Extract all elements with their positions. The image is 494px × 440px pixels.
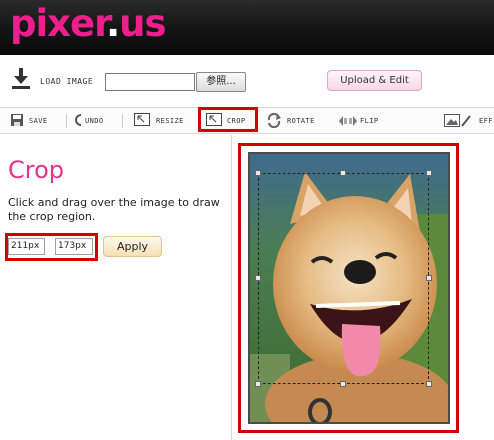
resize-icon	[134, 113, 150, 126]
crop-handle-sw[interactable]	[255, 381, 261, 387]
crop-panel-title: Crop	[8, 156, 65, 184]
app-header: pixer.us	[0, 0, 494, 55]
file-path-input[interactable]	[105, 73, 195, 91]
crop-handle-s[interactable]	[340, 381, 346, 387]
download-icon	[12, 68, 30, 89]
apply-button[interactable]: Apply	[103, 236, 162, 257]
crop-handle-n[interactable]	[340, 170, 346, 176]
crop-width-field[interactable]: 211px	[8, 238, 45, 255]
crop-tool-highlight	[198, 107, 258, 132]
upload-edit-button[interactable]: Upload & Edit	[327, 70, 422, 91]
crop-height-field[interactable]: 173px	[55, 238, 93, 255]
panel-divider	[231, 135, 232, 440]
flip-icon	[339, 116, 357, 126]
save-tool[interactable]: SAVE	[10, 110, 60, 132]
flip-tool[interactable]: FLIP	[338, 110, 386, 132]
rotate-tool[interactable]: ROTATE	[266, 110, 328, 132]
save-icon	[11, 114, 23, 126]
undo-icon	[75, 114, 82, 126]
resize-tool[interactable]: RESIZE	[134, 110, 194, 132]
toolbar-divider	[122, 114, 123, 128]
browse-button[interactable]: 参照...	[196, 72, 246, 92]
crop-handle-w[interactable]	[255, 275, 261, 281]
effects-tool[interactable]: EFF	[444, 110, 494, 132]
crop-instructions: Click and drag over the image to draw th…	[8, 196, 220, 223]
rotate-icon	[267, 112, 281, 128]
crop-handle-nw[interactable]	[255, 170, 261, 176]
crop-handle-e[interactable]	[426, 275, 432, 281]
toolbar-divider	[66, 114, 67, 128]
effects-icon	[444, 114, 471, 127]
load-image-label: LOAD IMAGE	[40, 77, 94, 86]
undo-tool[interactable]: UNDO	[74, 110, 116, 132]
crop-selection[interactable]	[258, 173, 429, 384]
load-image-row: LOAD IMAGE 参照... Upload & Edit	[0, 55, 494, 107]
crop-handle-ne[interactable]	[426, 170, 432, 176]
crop-handle-se[interactable]	[426, 381, 432, 387]
pixer-logo[interactable]: pixer.us	[10, 2, 167, 46]
